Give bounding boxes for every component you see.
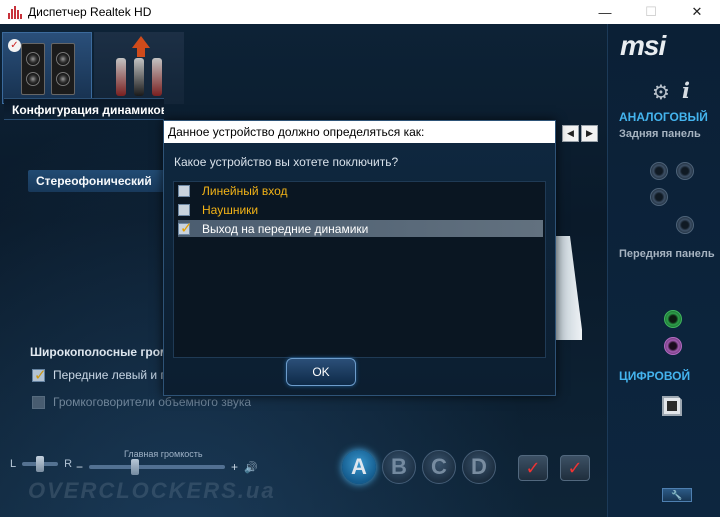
tab-scroll-arrows: ◀ ▶ [562, 125, 598, 142]
analog-heading: АНАЛОГОВЫЙ [619, 110, 708, 124]
profile-c-button[interactable]: C [422, 450, 456, 484]
right-panel: msi ⚙ i АНАЛОГОВЫЙ Задняя панель Передня… [607, 24, 720, 517]
scroll-right-button[interactable]: ▶ [581, 125, 598, 142]
active-check-icon: ✓ [8, 39, 21, 52]
apply-check-button[interactable]: ✓ [518, 455, 548, 481]
digital-heading: ЦИФРОВОЙ [619, 369, 691, 383]
speaker-volume-icon[interactable]: 🔊 [244, 461, 258, 474]
scroll-left-button[interactable]: ◀ [562, 125, 579, 142]
option-headphones[interactable]: Наушники [178, 201, 543, 218]
front-green-jack[interactable] [664, 310, 682, 328]
realtek-app-icon [8, 5, 22, 19]
device-tab-speakers[interactable]: ✓ [2, 32, 92, 109]
device-tab-connectors[interactable] [94, 32, 184, 104]
rca-plug-icon [134, 58, 144, 96]
rear-jack-3[interactable] [650, 188, 668, 206]
option-front-speakers-label: Выход на передние динамики [202, 221, 369, 236]
master-volume-knob[interactable] [131, 459, 140, 475]
msi-logo: msi [620, 30, 666, 61]
surround-label: Громкоговорители объемного звука [53, 395, 252, 409]
profile-b-button[interactable]: B [382, 450, 416, 484]
spdif-port-icon[interactable] [662, 396, 682, 416]
front-purple-jack[interactable] [664, 337, 682, 355]
rear-jack-1[interactable] [650, 162, 668, 180]
balance-right-label: R [64, 458, 73, 470]
close-button[interactable]: ✕ [674, 0, 720, 24]
surround-option: Громкоговорители объемного звука [32, 395, 251, 409]
rca-plug-icon [116, 58, 126, 96]
balance-control: L R [10, 456, 73, 472]
front-lr-option[interactable]: Передние левый и правый [32, 366, 163, 384]
watermark: OVERCLOCKERS.ua [28, 478, 276, 503]
info-icon[interactable]: i [682, 78, 690, 103]
right-speaker-icon [51, 43, 75, 95]
option-line-in[interactable]: Линейный вход [178, 182, 543, 199]
window-titlebar: Диспетчер Realtek HD — ☐ ✕ [0, 0, 720, 24]
front-lr-label: Передние левый и правый [53, 368, 163, 382]
option-line-in-label: Линейный вход [202, 183, 288, 198]
option-headphones-label: Наушники [202, 202, 259, 217]
front-lr-checkbox[interactable] [32, 366, 47, 384]
option-front-speakers[interactable]: Выход на передние динамики [178, 219, 543, 237]
profile-d-button[interactable]: D [462, 450, 496, 484]
rca-plug-icon [152, 58, 162, 96]
device-options-list: Линейный вход Наушники Выход на передние… [173, 181, 546, 358]
balance-slider[interactable] [22, 456, 59, 472]
gear-icon[interactable]: ⚙ [652, 80, 670, 105]
ok-button[interactable]: OK [286, 358, 356, 386]
volume-plus-icon: + [231, 460, 239, 474]
balance-left-label: L [10, 458, 17, 470]
profile-a-button[interactable]: A [342, 450, 376, 484]
master-volume-control: − + 🔊 [76, 459, 258, 475]
window-title: Диспетчер Realtek HD [28, 5, 152, 19]
rear-jack-2[interactable] [676, 162, 694, 180]
surround-checkbox [32, 395, 45, 409]
wrench-icon[interactable]: 🔧 [662, 488, 692, 502]
left-speaker-icon [21, 43, 45, 95]
minimize-button[interactable]: — [582, 0, 628, 24]
volume-minus-icon: − [76, 460, 84, 474]
device-type-dialog: Данное устройство должно определяться ка… [163, 120, 556, 396]
option-front-speakers-checkbox[interactable] [178, 219, 193, 237]
speaker-preview-image [552, 236, 582, 340]
option-headphones-checkbox[interactable] [178, 203, 190, 216]
balance-knob[interactable] [36, 456, 45, 472]
rear-jack-4[interactable] [676, 216, 694, 234]
dialog-title: Данное устройство должно определяться ка… [164, 121, 555, 143]
option-line-in-checkbox[interactable] [178, 184, 190, 197]
rear-panel-label: Задняя панель [619, 128, 701, 140]
speaker-config-select[interactable]: Стереофонический [28, 170, 168, 192]
section-header-speaker-config[interactable]: Конфигурация динамиков [4, 98, 164, 120]
apply-edit-button[interactable]: ✓ [560, 455, 590, 481]
fullrange-heading: Широкополосные громкоговорители [30, 345, 165, 359]
dialog-question: Какое устройство вы хотете поключить? [174, 155, 399, 169]
maximize-button: ☐ [645, 4, 657, 19]
front-panel-label: Передняя панель [619, 248, 715, 260]
master-volume-slider[interactable] [89, 459, 226, 475]
master-volume-label: Главная громкость [124, 449, 203, 459]
